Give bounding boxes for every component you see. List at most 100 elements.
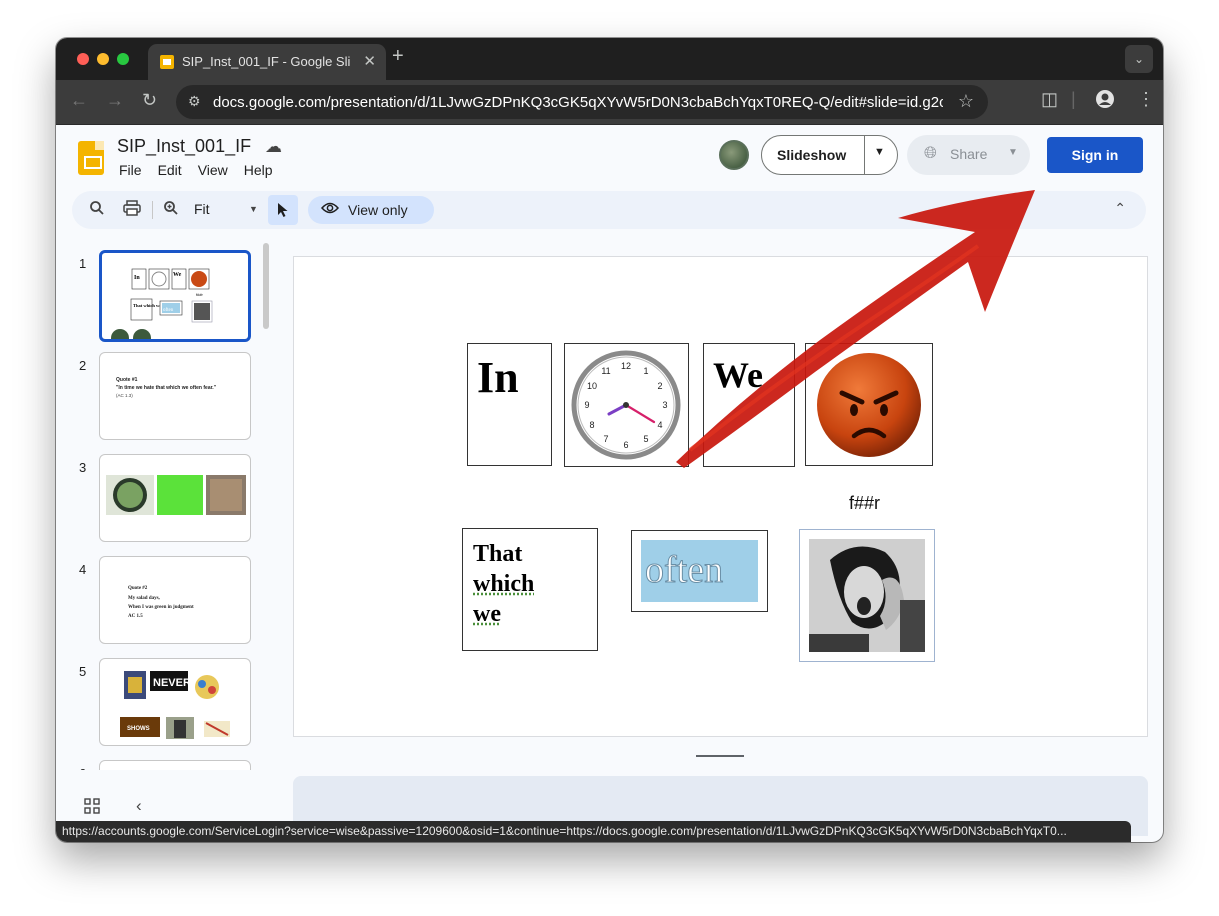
slideshow-options-icon[interactable]: ▼ bbox=[874, 146, 885, 158]
chevron-left-icon[interactable]: ‹ bbox=[136, 796, 142, 816]
slide-number: 2 bbox=[79, 358, 87, 373]
puzzle-icon[interactable]: ◫ bbox=[1041, 89, 1058, 110]
share-options-icon[interactable]: ▼ bbox=[1008, 147, 1018, 158]
slideshow-divider bbox=[864, 136, 865, 174]
view-only-label: View only bbox=[348, 202, 408, 218]
share-button[interactable]: 🌐︎ Share ▼ bbox=[907, 135, 1030, 175]
search-icon[interactable] bbox=[89, 200, 105, 221]
address-bar[interactable]: ⚙ docs.google.com/presentation/d/1LJvwGz… bbox=[176, 85, 988, 119]
clock-number: 7 bbox=[603, 434, 608, 444]
slide-thumbnail-4[interactable]: Quote #2 My salad days, When I was green… bbox=[99, 556, 251, 644]
slide-number: 5 bbox=[79, 664, 87, 679]
clock-number: 4 bbox=[657, 420, 662, 430]
thumb-word-we: We bbox=[173, 272, 182, 278]
slide-thumbnail-6[interactable] bbox=[99, 760, 251, 770]
thumb-quote-line: When I was green in judgment bbox=[128, 605, 194, 610]
thumb-quote-title: Quote #2 bbox=[128, 586, 148, 591]
toolbar-divider: | bbox=[1071, 89, 1076, 109]
word-card-we[interactable]: We bbox=[703, 343, 795, 467]
grid-view-icon[interactable] bbox=[84, 798, 100, 819]
slides-logo[interactable] bbox=[78, 141, 104, 175]
zoom-in-icon[interactable] bbox=[163, 200, 179, 221]
slide-number: 3 bbox=[79, 460, 87, 475]
person-icon[interactable] bbox=[1095, 89, 1115, 114]
menu-help[interactable]: Help bbox=[244, 162, 273, 178]
cursor-icon[interactable] bbox=[268, 195, 298, 225]
docs-header: SIP_Inst_001_IF ☁ File Edit View Help Sl… bbox=[56, 125, 1163, 187]
new-tab-button[interactable]: + bbox=[392, 45, 404, 68]
angry-face-card[interactable] bbox=[805, 343, 933, 466]
zoom-window-button[interactable] bbox=[117, 53, 129, 65]
clock-number: 1 bbox=[643, 366, 648, 376]
url-text[interactable]: docs.google.com/presentation/d/1LJvwGzDP… bbox=[213, 94, 943, 111]
document-title[interactable]: SIP_Inst_001_IF bbox=[117, 136, 251, 157]
screaming-woman-image bbox=[809, 539, 925, 652]
zoom-select[interactable]: Fit bbox=[194, 201, 210, 217]
menu-view[interactable]: View bbox=[198, 162, 228, 178]
clock-number: 2 bbox=[657, 381, 662, 391]
clock-number: 12 bbox=[621, 361, 631, 371]
slide-thumbnail-5[interactable]: NEVER SHOWS bbox=[99, 658, 251, 746]
globe-icon: 🌐︎ bbox=[924, 145, 937, 162]
menu-edit[interactable]: Edit bbox=[158, 162, 182, 178]
tab-title: SIP_Inst_001_IF - Google Slides bbox=[182, 54, 350, 69]
back-arrow-icon[interactable]: ← bbox=[70, 90, 88, 111]
print-icon[interactable] bbox=[123, 200, 141, 221]
slideshow-button[interactable]: Slideshow ▼ bbox=[761, 135, 898, 175]
thumb-word-fear: f##r bbox=[196, 292, 204, 297]
word-fear: f##r bbox=[849, 493, 881, 513]
slide-number: 4 bbox=[79, 562, 87, 577]
slideshow-label: Slideshow bbox=[777, 147, 847, 163]
word-card-often[interactable]: often bbox=[631, 530, 768, 612]
slides-favicon-icon bbox=[160, 55, 174, 69]
tab-search-chevron-icon[interactable]: ⌄ bbox=[1125, 45, 1153, 73]
close-window-button[interactable] bbox=[77, 53, 89, 65]
word-card-in[interactable]: In bbox=[467, 343, 552, 466]
share-label: Share bbox=[950, 146, 988, 162]
chevron-up-icon[interactable]: ⌃ bbox=[1114, 200, 1126, 217]
word-in: In bbox=[477, 353, 519, 402]
slide-thumbnail-1[interactable]: In We f##r That which we often bbox=[99, 250, 251, 342]
browser-tab[interactable]: SIP_Inst_001_IF - Google Slides ✕ bbox=[148, 44, 386, 80]
slide-canvas[interactable]: In 12 1 2 3 4 5 6 7 8 9 10 11 We f##r Th… bbox=[293, 256, 1148, 737]
clock-number: 3 bbox=[662, 400, 667, 410]
zoom-dropdown-icon[interactable]: ▼ bbox=[249, 204, 258, 214]
view-only-button[interactable]: View only bbox=[308, 196, 434, 224]
menu-bar: File Edit View Help bbox=[119, 162, 273, 178]
reload-icon[interactable]: ↻ bbox=[142, 90, 157, 111]
link-status-bar: https://accounts.google.com/ServiceLogin… bbox=[56, 821, 1131, 842]
forward-arrow-icon[interactable]: → bbox=[106, 90, 124, 111]
screaming-woman-card[interactable] bbox=[799, 529, 935, 662]
menu-file[interactable]: File bbox=[119, 162, 142, 178]
slide-number: 1 bbox=[79, 256, 87, 271]
kebab-menu-icon[interactable]: ⋮ bbox=[1137, 89, 1155, 110]
clock-number: 10 bbox=[587, 381, 597, 391]
thumb-quote-line: AC 1.5 bbox=[128, 614, 143, 619]
word-which: which bbox=[473, 571, 535, 597]
clock-number: 9 bbox=[584, 400, 589, 410]
thumb-quote-ref: (AC 1.3) bbox=[116, 393, 133, 398]
word-that: That bbox=[473, 541, 523, 567]
tune-icon[interactable]: ⚙ bbox=[188, 93, 201, 110]
editor-toolbar: Fit ▼ View only ⌃ bbox=[72, 191, 1146, 229]
slide-thumbnail-2[interactable]: Quote #1 "In time we hate that which we … bbox=[99, 352, 251, 440]
word-often: often bbox=[644, 549, 724, 592]
thumb-quote-title: Quote #1 bbox=[116, 377, 138, 383]
eye-icon bbox=[320, 201, 340, 218]
clock-card[interactable]: 12 1 2 3 4 5 6 7 8 9 10 11 bbox=[564, 343, 689, 467]
word-we-lower: we bbox=[473, 601, 501, 627]
star-icon[interactable]: ☆ bbox=[958, 91, 974, 112]
often-banner: often bbox=[641, 540, 758, 602]
sign-in-button[interactable]: Sign in bbox=[1047, 137, 1143, 173]
clock-number: 11 bbox=[601, 366, 610, 376]
thumb-shows: SHOWS bbox=[127, 726, 150, 732]
minimize-window-button[interactable] bbox=[97, 53, 109, 65]
notes-resize-handle[interactable] bbox=[696, 755, 744, 757]
thumb-word-in: In bbox=[134, 275, 140, 281]
tab-close-icon[interactable]: ✕ bbox=[363, 52, 376, 70]
filmstrip-scrollbar[interactable] bbox=[263, 243, 269, 329]
avatar[interactable] bbox=[719, 140, 749, 170]
slide-thumbnail-3[interactable] bbox=[99, 454, 251, 542]
word-card-that-which-we[interactable]: That which we bbox=[462, 528, 598, 651]
thumb-word-that: That which we bbox=[133, 303, 161, 308]
